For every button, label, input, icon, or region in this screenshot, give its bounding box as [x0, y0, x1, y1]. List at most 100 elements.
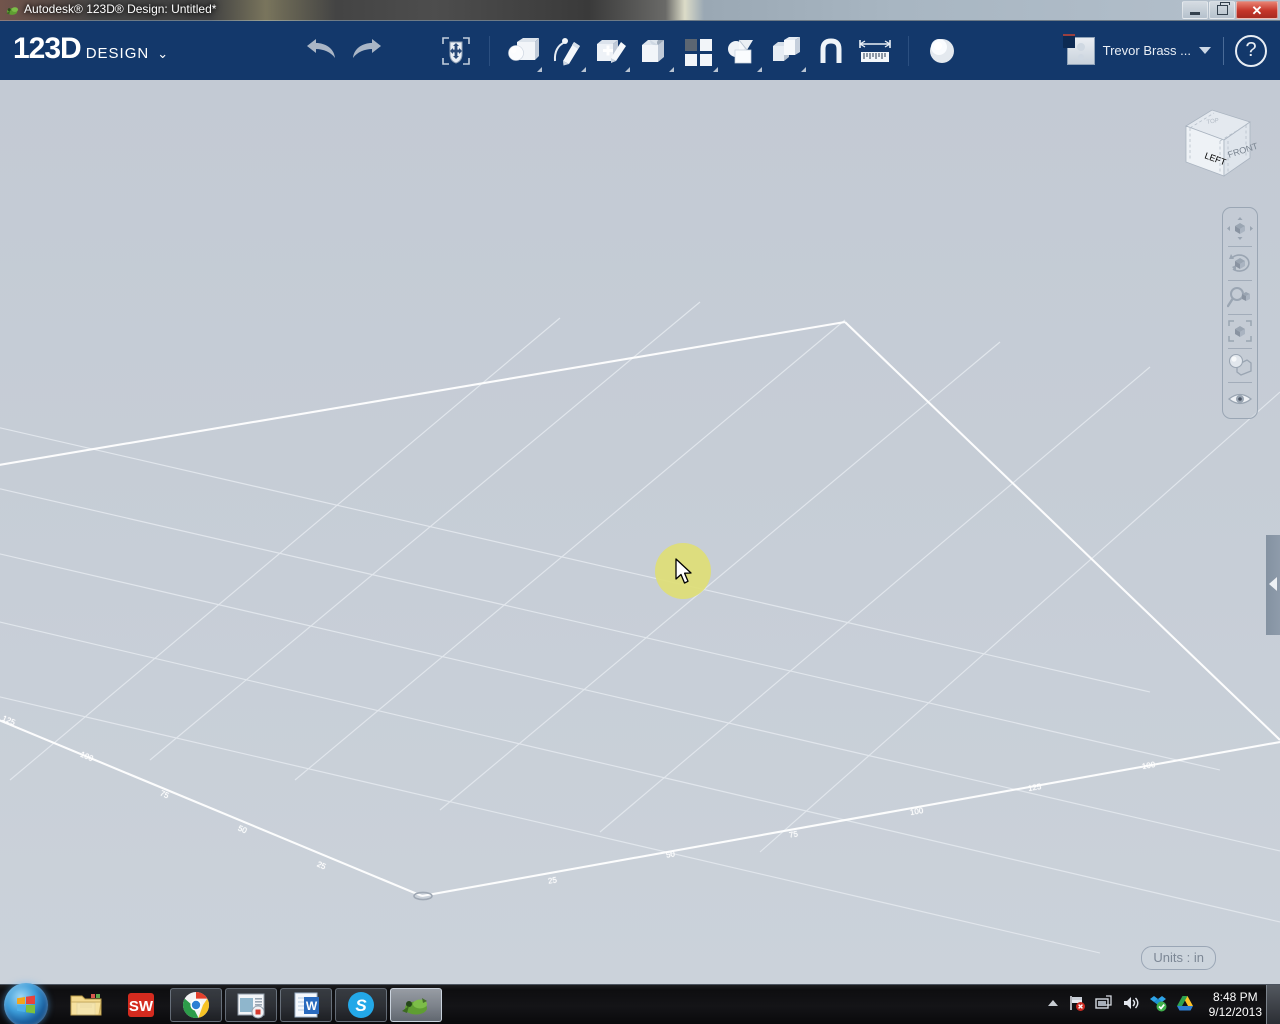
taskbar-item-word[interactable]: W: [280, 988, 332, 1022]
chrome-icon: [183, 992, 209, 1019]
account-dropdown-arrow-icon[interactable]: [1199, 47, 1211, 54]
help-icon: ?: [1245, 39, 1257, 61]
grouping-caret-icon[interactable]: [757, 66, 762, 72]
units-badge[interactable]: Units : in: [1141, 946, 1216, 970]
material-sphere-icon: [930, 38, 954, 63]
close-button[interactable]: ✕: [1236, 1, 1278, 19]
person-icon: [1076, 42, 1085, 51]
solidworks-icon: SW: [128, 993, 154, 1017]
avatar[interactable]: [1062, 33, 1095, 65]
construct-button[interactable]: [589, 28, 633, 74]
modify-button[interactable]: [633, 28, 677, 74]
modify-caret-icon[interactable]: [669, 66, 674, 72]
restore-button[interactable]: [1209, 1, 1235, 19]
sketch-icon: [553, 37, 580, 65]
minimize-icon: [1190, 12, 1200, 15]
pattern-caret-icon[interactable]: [713, 66, 718, 72]
combine-button[interactable]: [765, 28, 809, 74]
redo-button[interactable]: [344, 28, 388, 74]
undo-button[interactable]: [300, 28, 344, 74]
action-center-icon[interactable]: [1068, 994, 1086, 1017]
chevron-up-icon: [1047, 1000, 1058, 1006]
start-button[interactable]: [4, 983, 48, 1024]
3d-viewport[interactable]: 125 100 75 50 25 25 50 75 100 125 100 LE…: [0, 80, 1280, 984]
google-drive-icon[interactable]: [1176, 994, 1194, 1017]
toolbar-separator: [489, 35, 490, 66]
construct-caret-icon[interactable]: [625, 66, 630, 72]
minimize-button[interactable]: [1182, 1, 1208, 19]
taskbar-items: SW W S: [60, 988, 442, 1022]
brand-design: DESIGN: [85, 45, 150, 62]
orbit-tool[interactable]: [1224, 246, 1256, 280]
navigation-bar[interactable]: [1222, 207, 1258, 419]
show-hidden-icons-button[interactable]: [1047, 996, 1059, 1014]
account-area[interactable]: Trevor Brass ...: [1062, 21, 1224, 80]
pattern-icon: [685, 38, 712, 66]
taskbar-item-chrome[interactable]: [170, 988, 222, 1022]
account-username[interactable]: Trevor Brass ...: [1103, 43, 1191, 58]
measure-button[interactable]: [853, 28, 897, 74]
measure-ruler-icon: [859, 39, 891, 62]
grouping-icon: [728, 39, 753, 63]
taskbar-item-123d-design[interactable]: [390, 988, 442, 1022]
primitives-button[interactable]: [501, 28, 545, 74]
media-window-icon: [237, 993, 265, 1019]
dropbox-icon[interactable]: [1149, 994, 1167, 1017]
123d-design-icon: [402, 998, 427, 1015]
transform-button[interactable]: [434, 28, 478, 74]
svg-text:W: W: [306, 999, 318, 1013]
taskbar-item-media[interactable]: [225, 988, 277, 1022]
account-separator: [1223, 36, 1224, 65]
dropbox-sync-icon: [1149, 995, 1167, 1011]
system-tray: 8:48 PM 9/12/2013: [1047, 985, 1262, 1024]
taskbar-item-explorer[interactable]: [60, 988, 112, 1022]
snap-button[interactable]: [809, 28, 853, 74]
view-cube[interactable]: LEFT FRONT TOP: [1174, 100, 1260, 186]
app-brand[interactable]: 123D DESIGN ⌄: [13, 34, 168, 64]
grouping-button[interactable]: [721, 28, 765, 74]
zoom-tool[interactable]: [1224, 280, 1256, 314]
side-panel-handle[interactable]: [1266, 535, 1280, 635]
eye-icon: [1227, 393, 1253, 405]
main-toolbar: [434, 21, 964, 80]
svg-text:SW: SW: [129, 998, 154, 1015]
combine-caret-icon[interactable]: [801, 66, 806, 72]
taskbar-clock[interactable]: 8:48 PM 9/12/2013: [1209, 990, 1262, 1020]
display-mode-icon: [1228, 353, 1252, 376]
pan-tool[interactable]: [1224, 212, 1256, 246]
primitives-icon: [508, 37, 539, 61]
visibility-tool[interactable]: [1224, 382, 1256, 416]
material-button[interactable]: [920, 28, 964, 74]
chevron-left-icon: [1269, 577, 1277, 591]
sketch-button[interactable]: [545, 28, 589, 74]
display-mode-tool[interactable]: [1224, 348, 1256, 382]
primitives-caret-icon[interactable]: [537, 66, 542, 72]
chevron-down-icon[interactable]: ⌄: [157, 47, 168, 60]
fit-icon: [1228, 320, 1252, 342]
toolbar-separator-2: [908, 35, 909, 66]
fit-tool[interactable]: [1224, 314, 1256, 348]
application-window: Autodesk® 123D® Design: Untitled* ✕ 123D…: [0, 0, 1280, 1024]
clock-time: 8:48 PM: [1212, 990, 1258, 1004]
pan-icon: [1227, 217, 1253, 240]
flag-icon: [1069, 995, 1085, 1011]
window-controls: ✕: [1182, 1, 1278, 19]
help-button[interactable]: ?: [1235, 34, 1267, 67]
taskbar-item-skype[interactable]: S: [335, 988, 387, 1022]
app-icon: [6, 7, 19, 15]
grid-label-right-0: 25: [547, 875, 558, 886]
mouse-cursor: [675, 558, 692, 584]
windows-logo-icon: [17, 995, 35, 1014]
taskbar-item-solidworks[interactable]: SW: [115, 988, 167, 1022]
drive-triangle-icon: [1176, 995, 1193, 1010]
explorer-folder-icon: [70, 994, 102, 1016]
pattern-button[interactable]: [677, 28, 721, 74]
show-desktop-button[interactable]: [1266, 985, 1280, 1024]
sketch-caret-icon[interactable]: [581, 66, 586, 72]
orbit-icon: [1229, 254, 1250, 272]
history-toolbar: [300, 21, 388, 80]
network-icon[interactable]: [1094, 994, 1113, 1017]
volume-icon[interactable]: [1122, 994, 1140, 1017]
modify-icon: [642, 39, 664, 62]
redo-icon: [353, 38, 381, 58]
